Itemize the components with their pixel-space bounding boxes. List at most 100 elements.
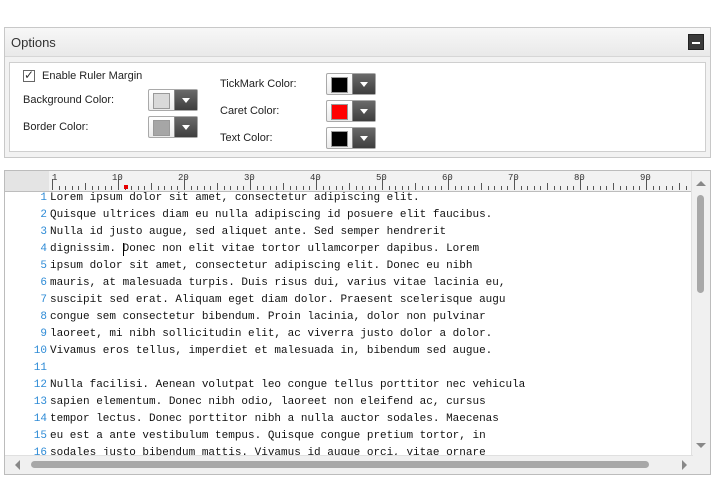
line-text[interactable]: tempor lectus. Donec porttitor nibh a nu… xyxy=(50,411,499,428)
text-line[interactable]: 10 Vivamus eros tellus, imperdiet et male… xyxy=(5,343,693,360)
line-text[interactable]: congue sem consectetur bibendum. Proin l… xyxy=(50,309,486,326)
border-color-picker[interactable] xyxy=(148,116,198,138)
scroll-left-icon[interactable] xyxy=(15,460,20,470)
line-number: 3 xyxy=(40,226,47,238)
text-line[interactable]: 6 mauris, at malesuada turpis. Duis risus… xyxy=(5,275,693,292)
ruler-label: 20 xyxy=(178,173,189,183)
ruler-tick xyxy=(481,183,482,190)
line-number: 2 xyxy=(40,209,47,221)
text-caret xyxy=(123,243,124,256)
scrollbar-corner xyxy=(692,456,710,474)
ruler-tick xyxy=(85,183,86,190)
background-color-picker[interactable] xyxy=(148,89,198,111)
ruler-label: 60 xyxy=(442,173,453,183)
enable-ruler-margin-label: Enable Ruler Margin xyxy=(42,70,143,82)
ruler[interactable]: 1 10 20 30 40 50 60 70 80 90 xyxy=(5,171,693,192)
options-panel: Options ✓ Enable Ruler Margin Background… xyxy=(4,27,711,158)
ruler-label: 40 xyxy=(310,173,321,183)
line-text[interactable]: Vivamus eros tellus, imperdiet et malesu… xyxy=(50,343,492,360)
editor-lines[interactable]: 1 Lorem ipsum dolor sit amet, consectetur… xyxy=(5,190,693,462)
text-line[interactable]: 3 Nulla id justo augue, sed aliquet ante.… xyxy=(5,224,693,241)
tickmark-color-swatch xyxy=(331,77,348,93)
scroll-up-icon[interactable] xyxy=(696,181,706,186)
line-text[interactable]: Nulla facilisi. Aenean volutpat leo cong… xyxy=(50,377,525,394)
line-number: 15 xyxy=(33,430,47,442)
text-line[interactable]: 9 laoreet, mi nibh sollicitudin elit, ac … xyxy=(5,326,693,343)
ruler-tick xyxy=(283,183,284,190)
line-text[interactable]: dignissim. Donec non elit vitae tortor u… xyxy=(50,241,479,258)
text-line[interactable]: 14 tempor lectus. Donec porttitor nibh a … xyxy=(5,411,693,428)
line-number: 9 xyxy=(40,328,47,340)
ruler-strip xyxy=(49,171,693,191)
ruler-label: 50 xyxy=(376,173,387,183)
line-number: 4 xyxy=(40,243,47,255)
line-text[interactable]: sapien elementum. Donec nibh odio, laore… xyxy=(50,394,486,411)
collapse-button[interactable] xyxy=(688,34,704,50)
text-line[interactable]: 4 dignissim. Donec non elit vitae tortor … xyxy=(5,241,693,258)
chevron-down-icon[interactable] xyxy=(174,117,197,137)
chevron-down-icon[interactable] xyxy=(352,101,375,121)
ruler-tick xyxy=(217,183,218,190)
line-number: 7 xyxy=(40,294,47,306)
line-text[interactable]: suscipit sed erat. Aliquam eget diam dol… xyxy=(50,292,505,309)
line-text[interactable]: eu est a ante vestibulum tempus. Quisque… xyxy=(50,428,486,445)
ruler-tick xyxy=(613,183,614,190)
caret-color-label: Caret Color: xyxy=(220,105,280,117)
line-text[interactable]: Nulla id justo augue, sed aliquet ante. … xyxy=(50,224,446,241)
horizontal-scroll-thumb[interactable] xyxy=(31,461,649,468)
scroll-down-icon[interactable] xyxy=(696,443,706,448)
text-line[interactable]: 2 Quisque ultrices diam eu nulla adipisci… xyxy=(5,207,693,224)
text-line[interactable]: 12 Nulla facilisi. Aenean volutpat leo co… xyxy=(5,377,693,394)
line-text[interactable]: Quisque ultrices diam eu nulla adipiscin… xyxy=(50,207,492,224)
line-number: 5 xyxy=(40,260,47,272)
line-number: 11 xyxy=(33,362,47,374)
ruler-label: 30 xyxy=(244,173,255,183)
chevron-down-icon[interactable] xyxy=(352,128,375,148)
horizontal-scrollbar[interactable] xyxy=(5,455,693,474)
line-text[interactable]: laoreet, mi nibh sollicitudin elit, ac v… xyxy=(50,326,492,343)
text-line[interactable]: 1 Lorem ipsum dolor sit amet, consectetur… xyxy=(5,190,693,207)
line-text[interactable]: ipsum dolor sit amet, consectetur adipis… xyxy=(50,258,472,275)
ruler-tick xyxy=(151,183,152,190)
enable-ruler-margin-checkbox[interactable]: ✓ xyxy=(23,68,35,82)
line-number: 14 xyxy=(33,413,47,425)
vertical-scroll-thumb[interactable] xyxy=(697,195,704,293)
line-number: 1 xyxy=(40,192,47,204)
scroll-right-icon[interactable] xyxy=(682,460,687,470)
ruler-tick xyxy=(415,183,416,190)
text-line[interactable]: 11 xyxy=(5,360,693,377)
line-text[interactable]: mauris, at malesuada turpis. Duis risus … xyxy=(50,275,505,292)
background-color-swatch xyxy=(153,93,170,109)
ruler-tick xyxy=(547,183,548,190)
line-text[interactable]: Lorem ipsum dolor sit amet, consectetur … xyxy=(50,190,420,207)
text-line[interactable]: 13 sapien elementum. Donec nibh odio, lao… xyxy=(5,394,693,411)
line-number: 12 xyxy=(33,379,47,391)
line-number: 10 xyxy=(33,345,47,357)
text-editor[interactable]: 1 10 20 30 40 50 60 70 80 90 1 Lorem ipsu… xyxy=(4,170,711,475)
text-color-swatch xyxy=(331,131,348,147)
chevron-down-icon[interactable] xyxy=(352,74,375,94)
ruler-caret-marker xyxy=(124,185,128,189)
checkmark-icon: ✓ xyxy=(24,68,35,82)
text-line[interactable]: 7 suscipit sed erat. Aliquam eget diam do… xyxy=(5,292,693,309)
ruler-tick xyxy=(349,183,350,190)
vertical-scrollbar[interactable] xyxy=(691,171,710,458)
chevron-down-icon[interactable] xyxy=(174,90,197,110)
ruler-label: 70 xyxy=(508,173,519,183)
caret-color-swatch xyxy=(331,104,348,120)
tickmark-color-picker[interactable] xyxy=(326,73,376,95)
text-line[interactable]: 5 ipsum dolor sit amet, consectetur adipi… xyxy=(5,258,693,275)
text-color-picker[interactable] xyxy=(326,127,376,149)
text-line[interactable]: 15 eu est a ante vestibulum tempus. Quisq… xyxy=(5,428,693,445)
caret-color-picker[interactable] xyxy=(326,100,376,122)
text-color-label: Text Color: xyxy=(220,132,273,144)
options-title: Options xyxy=(11,35,56,50)
border-color-swatch xyxy=(153,120,170,136)
line-number: 13 xyxy=(33,396,47,408)
tickmark-color-label: TickMark Color: xyxy=(220,78,297,90)
text-line[interactable]: 8 congue sem consectetur bibendum. Proin … xyxy=(5,309,693,326)
ruler-label: 1 xyxy=(52,173,58,183)
border-color-label: Border Color: xyxy=(23,121,89,133)
background-color-label: Background Color: xyxy=(23,94,115,106)
line-number: 6 xyxy=(40,277,47,289)
